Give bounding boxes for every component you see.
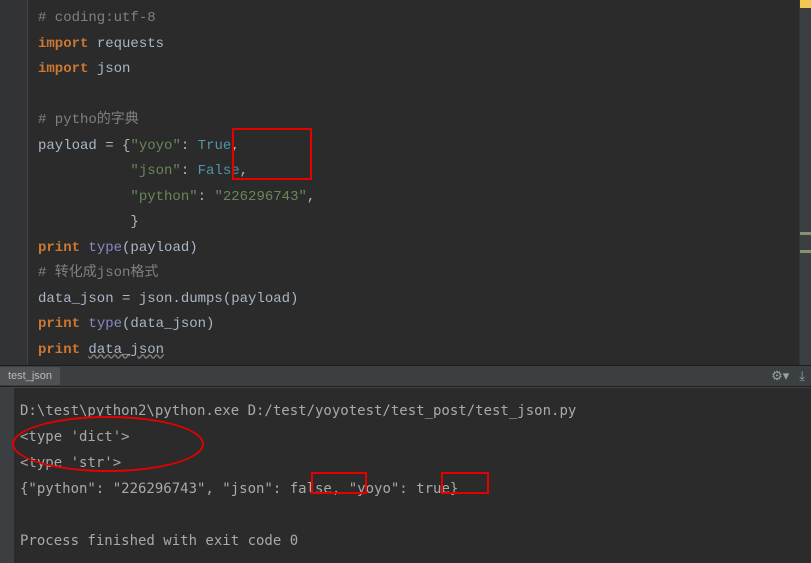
scrollbar-mark (800, 232, 811, 235)
console-gutter (0, 388, 14, 563)
string-key: "yoyo" (130, 138, 180, 154)
keyword-import: import (38, 61, 88, 77)
brace: { (114, 138, 131, 154)
run-console: D:\test\python2\python.exe D:/test/yoyot… (0, 387, 811, 563)
operator: = (105, 138, 113, 154)
editor-scrollbar[interactable] (799, 0, 811, 365)
keyword-print: print (38, 316, 80, 332)
json-false: false (290, 481, 332, 497)
json-true: true (416, 481, 450, 497)
variable: payload (38, 138, 105, 154)
console-output[interactable]: D:\test\python2\python.exe D:/test/yoyot… (14, 388, 811, 563)
module-name: json (88, 61, 130, 77)
brace: } (38, 214, 139, 230)
console-line: <type 'str'> (20, 455, 121, 471)
string-key: "json" (130, 163, 180, 179)
comment: # pytho的字典 (38, 112, 139, 128)
keyword-print: print (38, 240, 80, 256)
console-exit: Process finished with exit code 0 (20, 533, 298, 549)
keyword-print: print (38, 342, 80, 358)
console-line: <type 'dict'> (20, 429, 130, 445)
bool-false: False (198, 163, 240, 179)
comment: # 转化成json格式 (38, 265, 158, 281)
console-command: D:\test\python2\python.exe D:/test/yoyot… (20, 403, 576, 419)
editor-gutter (0, 0, 28, 365)
scrollbar-mark (800, 250, 811, 253)
download-icon[interactable]: ⤓ (799, 368, 805, 384)
console-line: {"python": "226296743", "json": (20, 481, 290, 497)
bool-true: True (198, 138, 232, 154)
comment: # coding:utf-8 (38, 10, 156, 26)
code-editor[interactable]: # coding:utf-8 import requests import js… (0, 0, 811, 365)
module-name: requests (88, 36, 164, 52)
scrollbar-warning-mark (800, 0, 811, 8)
builtin-type: type (88, 316, 122, 332)
console-tab[interactable]: test_json (0, 367, 60, 385)
string-key: "python" (130, 189, 197, 205)
gear-icon[interactable]: ⚙︎▾ (771, 368, 789, 384)
variable: data_json (38, 291, 122, 307)
builtin-type: type (88, 240, 122, 256)
string-value: "226296743" (214, 189, 306, 205)
editor-content[interactable]: # coding:utf-8 import requests import js… (28, 0, 799, 365)
keyword-import: import (38, 36, 88, 52)
console-tabbar: test_json ⚙︎▾ ⤓ (0, 365, 811, 387)
variable: data_json (88, 342, 164, 358)
